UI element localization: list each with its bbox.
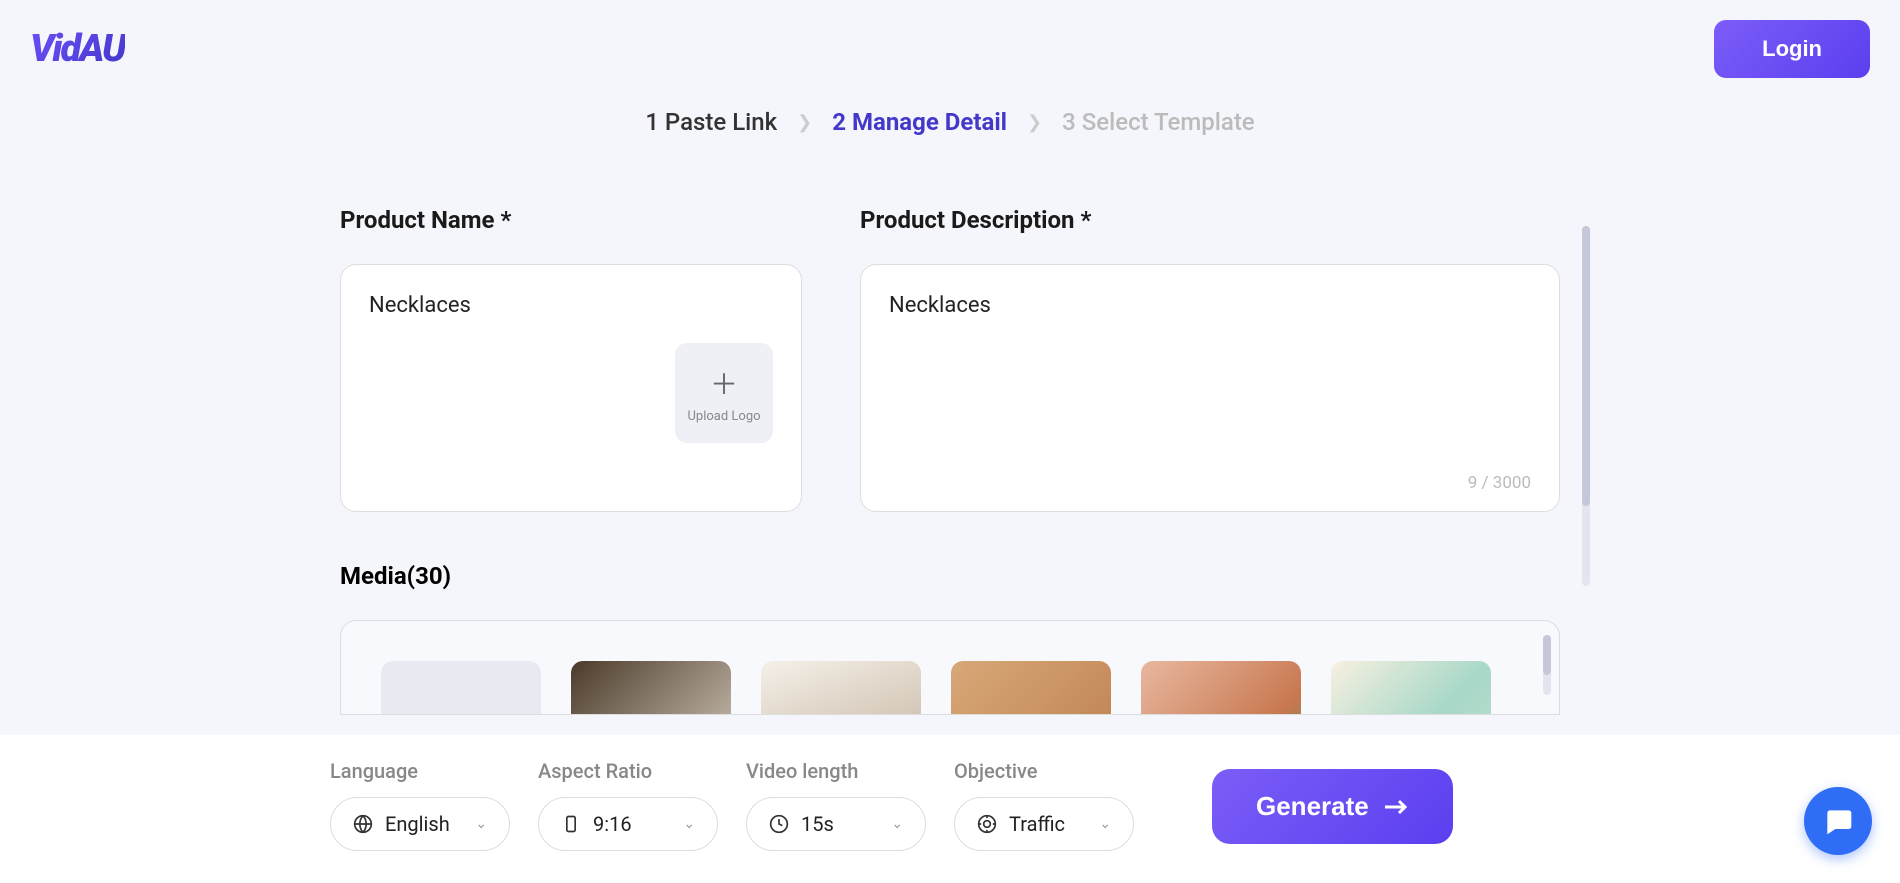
aspect-dropdown[interactable]: 9:16 ⌄ [538,797,718,851]
length-label: Video length [746,759,926,783]
objective-value: Traffic [1009,812,1065,836]
product-name-label: Product Name * [340,206,802,234]
media-thumbnail[interactable] [1141,661,1301,715]
objective-label: Objective [954,759,1134,783]
scrollbar-thumb[interactable] [1582,226,1590,506]
media-thumbnail[interactable] [951,661,1111,715]
char-count: 9 / 3000 [1468,473,1531,493]
aspect-label: Aspect Ratio [538,759,718,783]
step-select-template: 3 Select Template [1062,108,1255,136]
breadcrumb: 1 Paste Link ❯ 2 Manage Detail ❯ 3 Selec… [0,108,1900,136]
objective-dropdown[interactable]: Traffic ⌄ [954,797,1134,851]
media-thumbnail[interactable] [1331,661,1491,715]
chevron-down-icon: ⌄ [1099,816,1111,832]
chevron-right-icon: ❯ [1027,112,1042,133]
login-button[interactable]: Login [1714,20,1870,78]
length-value: 15s [801,812,834,836]
media-scrollbar-thumb[interactable] [1543,635,1551,675]
logo[interactable]: VidAU [30,27,125,71]
chat-icon [1822,805,1854,837]
media-thumbnail[interactable] [571,661,731,715]
language-value: English [385,812,450,836]
product-name-input[interactable] [369,293,773,318]
media-label: Media(30) [340,562,1560,590]
arrow-right-icon [1383,798,1409,816]
product-desc-box: 9 / 3000 [860,264,1560,512]
aspect-value: 9:16 [593,812,632,836]
length-dropdown[interactable]: 15s ⌄ [746,797,926,851]
chat-button[interactable] [1804,787,1872,855]
language-label: Language [330,759,510,783]
chevron-down-icon: ⌄ [475,816,487,832]
plus-icon: ＋ [710,363,738,403]
scrollbar[interactable] [1582,226,1590,586]
product-name-box: ＋ Upload Logo [340,264,802,512]
target-icon [977,814,997,834]
portrait-icon [561,814,581,834]
generate-label: Generate [1256,791,1369,822]
bottom-bar: Language English ⌄ Aspect Ratio 9:16 ⌄ V… [0,735,1900,883]
upload-logo-button[interactable]: ＋ Upload Logo [675,343,773,443]
media-box: ＋ [340,620,1560,715]
language-dropdown[interactable]: English ⌄ [330,797,510,851]
chevron-down-icon: ⌄ [683,816,695,832]
media-thumbnail[interactable] [761,661,921,715]
step-paste-link[interactable]: 1 Paste Link [645,108,777,136]
upload-media-button[interactable]: ＋ [381,661,541,715]
product-desc-input[interactable] [889,293,1531,343]
globe-icon [353,814,373,834]
step-manage-detail[interactable]: 2 Manage Detail [832,108,1007,136]
upload-logo-label: Upload Logo [687,409,760,424]
generate-button[interactable]: Generate [1212,769,1453,844]
product-desc-label: Product Description * [860,206,1560,234]
chevron-right-icon: ❯ [797,112,812,133]
media-scrollbar[interactable] [1543,635,1551,695]
chevron-down-icon: ⌄ [891,816,903,832]
clock-icon [769,814,789,834]
